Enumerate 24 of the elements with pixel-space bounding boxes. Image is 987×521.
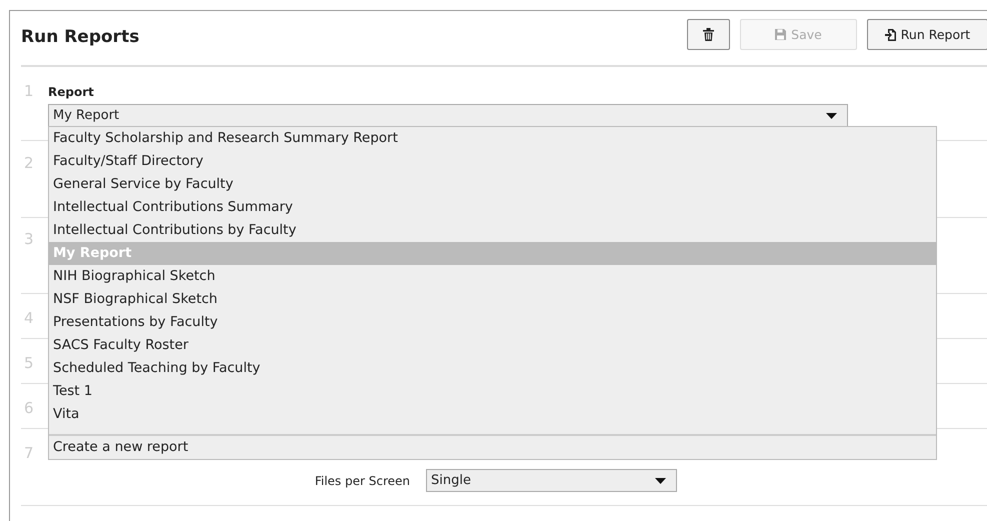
dropdown-option[interactable]: Test 1	[49, 380, 936, 403]
dropdown-option[interactable]: NIH Biographical Sketch	[49, 265, 936, 288]
caret-icon	[826, 112, 837, 118]
file-import-icon	[884, 28, 896, 40]
report-label: Report	[48, 85, 95, 101]
dropdown-option[interactable]: General Service by Faculty	[49, 173, 936, 196]
trash-icon	[703, 28, 714, 41]
delete-button[interactable]	[687, 19, 730, 50]
page-title: Run Reports	[21, 27, 140, 47]
run-report-button[interactable]: Run Report	[867, 19, 987, 50]
dropdown-option[interactable]: Create a new report	[49, 434, 936, 459]
files-per-screen-label: Files per Screen	[314, 474, 410, 488]
dropdown-option[interactable]: Presentations by Faculty	[49, 311, 936, 334]
dropdown-option[interactable]: Faculty Scholarship and Research Summary Report	[49, 127, 936, 150]
dropdown-option[interactable]: Intellectual Contributions by Faculty	[49, 219, 936, 242]
dropdown-option[interactable]: Scheduled Teaching by Faculty	[49, 357, 936, 380]
files-per-screen-select[interactable]: Single	[426, 469, 677, 492]
report-select[interactable]: My Report	[48, 104, 848, 127]
dropdown-option[interactable]: SACS Faculty Roster	[49, 334, 936, 357]
caret-icon	[655, 478, 666, 484]
dropdown-option[interactable]: Vita	[49, 403, 936, 426]
dropdown-option[interactable]: Faculty/Staff Directory	[49, 150, 936, 173]
dropdown-option[interactable]: Intellectual Contributions Summary	[49, 196, 936, 219]
dropdown-option[interactable]: NSF Biographical Sketch	[49, 288, 936, 311]
